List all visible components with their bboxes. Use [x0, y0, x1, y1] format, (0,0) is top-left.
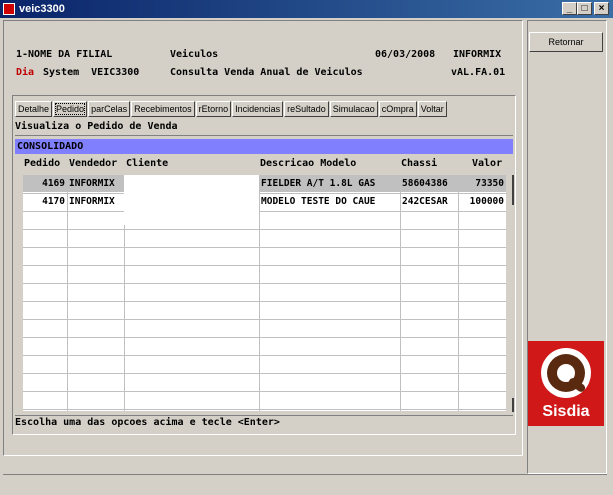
row1-vendedor[interactable]: INFORMIX — [69, 176, 123, 191]
bottom-divider — [3, 474, 607, 475]
grid-row-line — [23, 409, 506, 410]
row1-pedido[interactable]: 4169 — [23, 176, 65, 191]
app-icon — [3, 3, 15, 15]
row1-chassi[interactable]: 58604386 — [402, 176, 458, 191]
logo-text: Sisdia — [542, 403, 590, 420]
grid-header: Pedido Vendedor Cliente Descricao Modelo… — [15, 158, 513, 173]
col-chassi: Chassi — [401, 158, 438, 169]
grid-row-line — [23, 355, 506, 356]
row2-vendedor[interactable]: INFORMIX — [69, 194, 123, 209]
col-descricao: Descricao Modelo — [260, 158, 357, 169]
screen-title: Consulta Venda Anual de Veiculos — [170, 67, 363, 78]
grid-row-line — [23, 337, 506, 338]
col-pedido: Pedido — [24, 158, 61, 169]
minimize-button[interactable]: _ — [562, 2, 577, 15]
row2-pedido[interactable]: 4170 — [23, 194, 65, 209]
grid-row-line — [23, 211, 506, 212]
tab-simulacao[interactable]: Simulacao — [329, 101, 378, 117]
orders-grid[interactable]: 4169 INFORMIX FIELDER A/T 1.8L GAS 58604… — [23, 175, 506, 411]
tab-parcelas[interactable]: parCelas — [88, 101, 131, 117]
row2-cliente[interactable] — [126, 194, 256, 209]
grid-row-line — [23, 301, 506, 302]
sisdia-logo: Sisdia — [528, 341, 604, 426]
grid-row-line — [23, 373, 506, 374]
screen-subtitle: Visualiza o Pedido de Venda — [15, 121, 513, 136]
scroll-thumb-top[interactable] — [512, 175, 514, 205]
module-name: Veiculos — [170, 49, 219, 60]
scroll-thumb-bottom[interactable] — [512, 398, 514, 412]
grid-row-line — [23, 229, 506, 230]
tab-bar: Detalhe Pedido parCelas Recebimentos rEt… — [15, 101, 447, 118]
filial-name: 1-NOME DA FILIAL — [16, 49, 113, 60]
col-cliente: Cliente — [126, 158, 169, 169]
tab-pedido[interactable]: Pedido — [53, 101, 88, 117]
row2-valor[interactable]: 100000 — [460, 194, 504, 209]
version-label: vAL.FA.01 — [451, 67, 506, 78]
row2-chassi[interactable]: 242CESAR — [402, 194, 458, 209]
col-vendedor: Vendedor — [69, 158, 118, 169]
grid-row-line — [23, 283, 506, 284]
system-label: System VEIC3300 — [43, 67, 140, 78]
grid-row-line — [23, 265, 506, 266]
grid-row-line — [23, 247, 506, 248]
row1-cliente[interactable] — [126, 176, 256, 191]
grid-row-line — [23, 391, 506, 392]
window-title: veic3300 — [19, 3, 65, 15]
tab-detalhe[interactable]: Detalhe — [15, 101, 53, 117]
screen-header: 1-NOME DA FILIAL Veiculos 06/03/2008 INF… — [13, 46, 513, 84]
db-name: INFORMIX — [453, 49, 502, 60]
tab-incidencias[interactable]: Incidencias — [232, 101, 284, 117]
tab-resultado[interactable]: reSultado — [284, 101, 329, 117]
row1-descricao[interactable]: FIELDER A/T 1.8L GAS — [261, 176, 399, 191]
col-valor: Valor — [472, 158, 503, 169]
title-bar[interactable]: veic3300 _ □ × — [0, 0, 613, 18]
row1-valor[interactable]: 73350 — [460, 176, 504, 191]
maximize-button[interactable]: □ — [577, 2, 592, 15]
tab-recebimentos[interactable]: Recebimentos — [131, 101, 195, 117]
tab-voltar[interactable]: Voltar — [417, 101, 447, 117]
current-date: 06/03/2008 — [375, 49, 436, 60]
tab-compra[interactable]: cOmpra — [378, 101, 417, 117]
dia-label: Dia — [16, 67, 35, 78]
retornar-button[interactable]: Retornar — [529, 32, 603, 52]
grid-scrollbar[interactable] — [507, 175, 513, 411]
consolidado-bar: CONSOLIDADO — [15, 139, 513, 154]
grid-row-line — [23, 319, 506, 320]
tab-retorno[interactable]: rEtorno — [195, 101, 232, 117]
close-button[interactable]: × — [594, 2, 609, 15]
row2-descricao[interactable]: MODELO TESTE DO CAUE — [261, 194, 399, 209]
status-message: Escolha uma das opcoes acima e tecle <En… — [15, 415, 513, 430]
